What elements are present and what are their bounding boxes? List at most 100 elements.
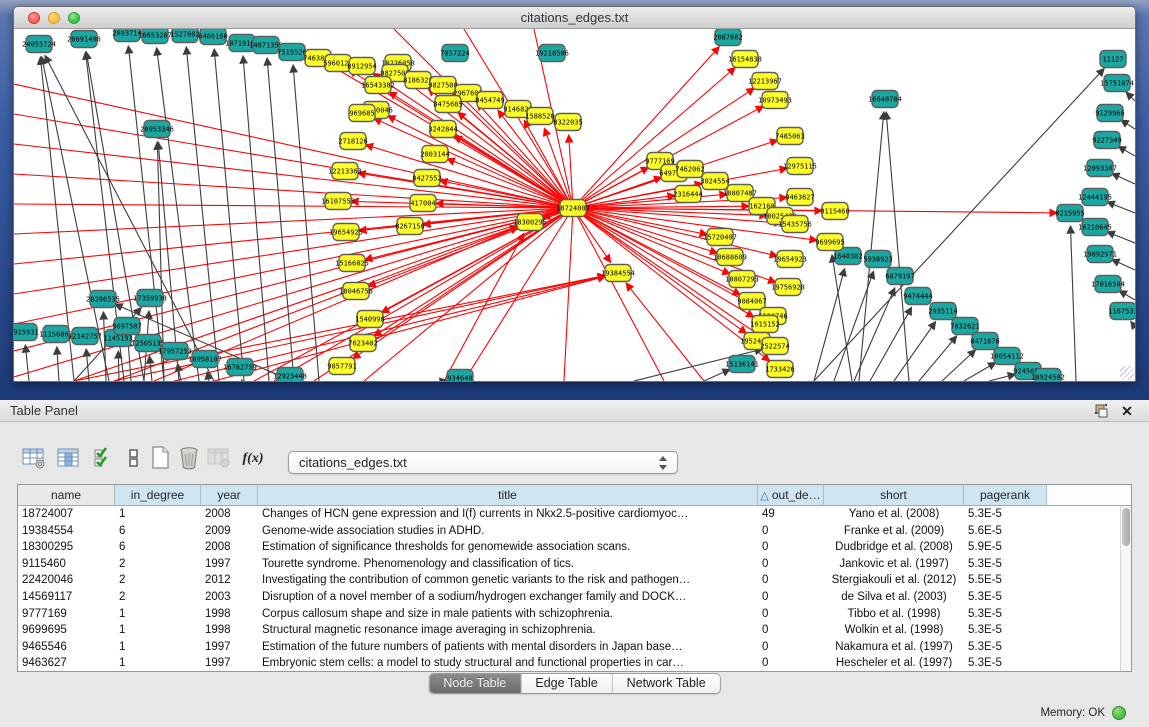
column-header-out_de[interactable]: △out_de…	[758, 485, 824, 506]
table-settings-icon[interactable]	[20, 444, 48, 472]
table-cell[interactable]: Disruption of a novel member of a sodium…	[258, 589, 758, 606]
table-cell[interactable]: 9115460	[18, 556, 115, 573]
column-header-year[interactable]: year	[201, 485, 258, 506]
table-cell[interactable]: 6	[115, 539, 201, 556]
table-cell[interactable]: Yano et al. (2008)	[824, 506, 964, 523]
tab-node-table[interactable]: Node Table	[429, 674, 520, 693]
graph-edge[interactable]	[564, 208, 573, 381]
column-header-pagerank[interactable]: pagerank	[964, 485, 1047, 506]
table-cell[interactable]: 0	[758, 639, 824, 656]
table-cell[interactable]: 1997	[201, 639, 258, 656]
column-header-in_degree[interactable]: in_degree	[115, 485, 201, 506]
float-window-icon[interactable]	[1093, 403, 1109, 419]
table-cell[interactable]: 1998	[201, 622, 258, 639]
table-cell[interactable]: de Silva et al. (2003)	[824, 589, 964, 606]
table-cell[interactable]: 1997	[201, 655, 258, 671]
graph-edge[interactable]	[1112, 259, 1135, 270]
table-row[interactable]: 969969511998Structural magnetic resonanc…	[18, 622, 1120, 639]
graph-edge[interactable]	[243, 56, 269, 381]
table-cell[interactable]: 0	[758, 589, 824, 606]
table-row[interactable]: 977716911998Corpus callosum shape and si…	[18, 606, 1120, 623]
table-cell[interactable]: 5.5E-5	[964, 572, 1047, 589]
table-scrollbar[interactable]	[1120, 506, 1131, 671]
table-cell[interactable]: 19384554	[18, 523, 115, 540]
show-columns-icon[interactable]	[55, 444, 83, 472]
graph-edge[interactable]	[1121, 120, 1135, 129]
table-cell[interactable]: 0	[758, 622, 824, 639]
table-row[interactable]: 2242004622012Investigating the contribut…	[18, 572, 1120, 589]
graph-edge[interactable]	[573, 208, 664, 381]
table-cell[interactable]: 1997	[201, 556, 258, 573]
table-cell[interactable]: Structural magnetic resonance image aver…	[258, 622, 758, 639]
table-cell[interactable]: 2008	[201, 506, 258, 523]
graph-edge[interactable]	[894, 322, 936, 381]
table-cell[interactable]: 0	[758, 539, 824, 556]
table-cell[interactable]: Wolkin et al. (1998)	[824, 622, 964, 639]
table-cell[interactable]: 2012	[201, 572, 258, 589]
graph-edge[interactable]	[374, 118, 573, 208]
tab-edge-table[interactable]: Edge Table	[520, 674, 611, 693]
table-cell[interactable]: Dudbridge et al. (2008)	[824, 539, 964, 556]
table-cell[interactable]: Tourette syndrome. Phenomenology and cla…	[258, 556, 758, 573]
graph-edge[interactable]	[454, 136, 573, 208]
table-cell[interactable]: 0	[758, 606, 824, 623]
table-cell[interactable]: 1	[115, 622, 201, 639]
table-cell[interactable]: 18724007	[18, 506, 115, 523]
network-canvas[interactable]: 2405572420691406289371410653287152760264…	[14, 29, 1135, 381]
graph-edge[interactable]	[1107, 232, 1135, 243]
graph-edge[interactable]	[25, 345, 29, 381]
graph-edge[interactable]	[1126, 92, 1135, 101]
table-cell[interactable]: 1	[115, 639, 201, 656]
table-cell[interactable]: Investigating the contribution of common…	[258, 572, 758, 589]
table-scrollbar-thumb[interactable]	[1122, 508, 1130, 546]
row-height-icon[interactable]	[120, 444, 148, 472]
table-cell[interactable]: 2	[115, 556, 201, 573]
table-cell[interactable]: Franke et al. (2009)	[824, 523, 964, 540]
graph-edge[interactable]	[1119, 291, 1135, 300]
graph-edge[interactable]	[886, 112, 909, 381]
table-cell[interactable]: Embryonic stem cells: a model to study s…	[258, 655, 758, 671]
table-cell[interactable]: 5.3E-5	[964, 655, 1047, 671]
table-cell[interactable]: 0	[758, 572, 824, 589]
table-cell[interactable]: Estimation of the future numbers of pati…	[258, 639, 758, 656]
graph-edge[interactable]	[186, 47, 219, 381]
table-cell[interactable]: 5.3E-5	[964, 556, 1047, 573]
column-header-name[interactable]: name	[18, 485, 115, 506]
table-cell[interactable]: 0	[758, 523, 824, 540]
table-cell[interactable]: 9777169	[18, 606, 115, 623]
table-cell[interactable]: 2008	[201, 539, 258, 556]
table-cell[interactable]: Stergiakouli et al. (2012)	[824, 572, 964, 589]
table-cell[interactable]: 5.3E-5	[964, 506, 1047, 523]
table-cell[interactable]: 5.6E-5	[964, 523, 1047, 540]
new-document-icon[interactable]	[146, 444, 174, 472]
graph-edge[interactable]	[1107, 202, 1135, 213]
table-cell[interactable]: Hescheler et al. (1997)	[824, 655, 964, 671]
table-cell[interactable]: 6	[115, 523, 201, 540]
table-cell[interactable]: 2009	[201, 523, 258, 540]
table-cell[interactable]: 1	[115, 606, 201, 623]
graph-edge[interactable]	[149, 356, 152, 381]
table-cell[interactable]: 5.3E-5	[964, 639, 1047, 656]
graph-edge[interactable]	[919, 336, 957, 381]
graph-edge[interactable]	[1118, 146, 1135, 156]
graph-edge[interactable]	[989, 374, 1015, 381]
resize-grip-icon[interactable]	[1120, 366, 1134, 380]
graph-edge[interactable]	[573, 208, 718, 253]
graph-edge[interactable]	[964, 363, 996, 381]
graph-edge[interactable]	[118, 351, 119, 381]
table-cell[interactable]: Changes of HCN gene expression and I(f) …	[258, 506, 758, 523]
function-builder-icon[interactable]: f(x)	[236, 444, 270, 472]
table-row[interactable]: 1456911722003Disruption of a novel membe…	[18, 589, 1120, 606]
graph-edge[interactable]	[214, 276, 605, 381]
select-columns-icon[interactable]	[90, 444, 118, 472]
table-cell[interactable]: 22420046	[18, 572, 115, 589]
graph-edge[interactable]	[1070, 226, 1076, 381]
table-cell[interactable]: 2	[115, 589, 201, 606]
network-window-titlebar[interactable]: citations_edges.txt	[14, 7, 1135, 29]
graph-edge[interactable]	[832, 255, 852, 381]
table-cell[interactable]: Corpus callosum shape and size in male p…	[258, 606, 758, 623]
graph-edge[interactable]	[214, 49, 244, 381]
table-cell[interactable]: Genome-wide association studies in ADHD.	[258, 523, 758, 540]
graph-edge[interactable]	[573, 208, 746, 333]
table-cell[interactable]: 9463627	[18, 655, 115, 671]
